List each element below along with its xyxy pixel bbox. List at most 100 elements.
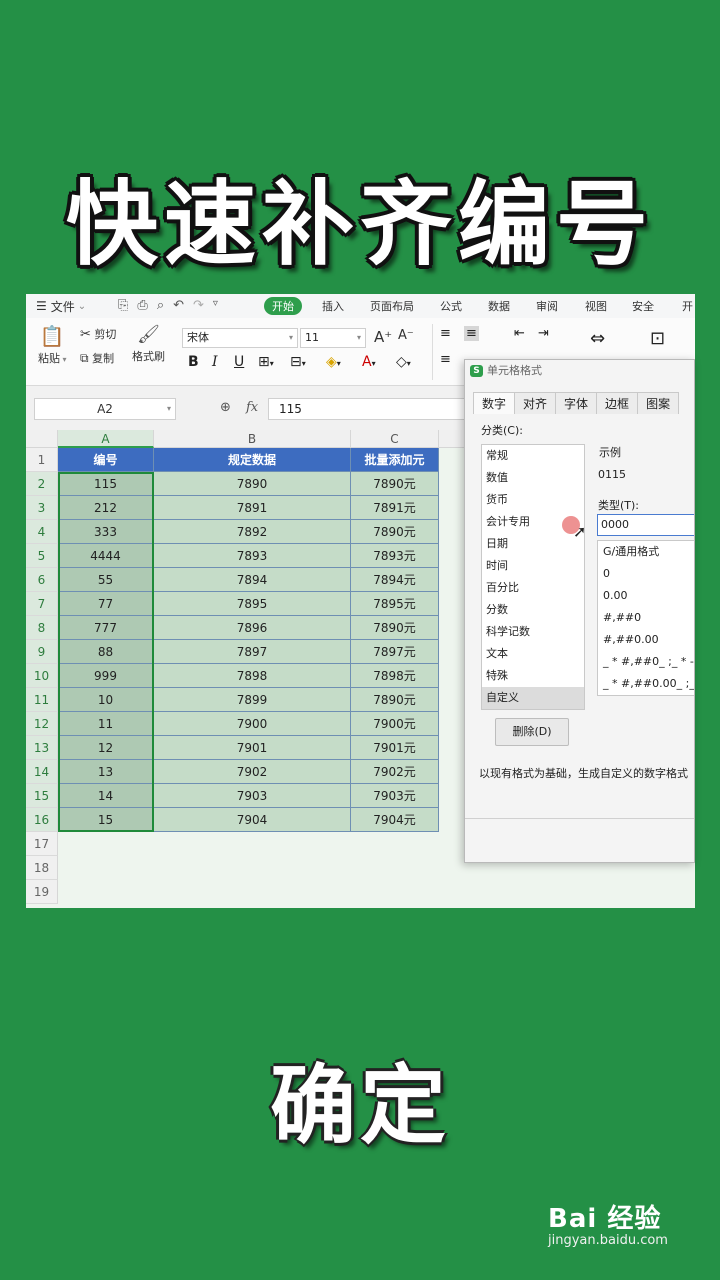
category-list[interactable]: 常规 数值 货币 会计专用 日期 时间 百分比 分数 科学记数 文本 特殊 自定… bbox=[481, 444, 585, 710]
cell-c[interactable]: 7894元 bbox=[351, 568, 439, 592]
cell-b[interactable]: 7897 bbox=[154, 640, 351, 664]
cell-b[interactable]: 7900 bbox=[154, 712, 351, 736]
select-all-corner[interactable] bbox=[26, 430, 58, 448]
increase-font-icon[interactable]: A⁺ bbox=[374, 328, 392, 346]
row-header[interactable]: 1 bbox=[26, 448, 58, 472]
format-list[interactable]: G/通用格式 0 0.00 #,##0 #,##0.00 _ * #,##0_ … bbox=[597, 540, 694, 696]
list-item[interactable]: 特殊 bbox=[482, 665, 584, 687]
cell-a[interactable]: 11 bbox=[58, 712, 154, 736]
border-icon[interactable]: ⊞▾ bbox=[258, 354, 274, 370]
clear-format-icon[interactable]: ◇▾ bbox=[396, 354, 411, 370]
cell-c[interactable]: 7903元 bbox=[351, 784, 439, 808]
cell-b[interactable]: 7902 bbox=[154, 760, 351, 784]
dialog-tab-number[interactable]: 数字 bbox=[473, 392, 516, 414]
list-item[interactable]: #,##0.00 bbox=[598, 629, 694, 651]
tab-insert[interactable]: 插入 bbox=[322, 298, 344, 314]
redo-icon[interactable]: ↷ bbox=[193, 298, 204, 313]
list-item[interactable]: #,##0 bbox=[598, 607, 694, 629]
cell-b[interactable]: 7904 bbox=[154, 808, 351, 832]
row-header[interactable]: 13 bbox=[26, 736, 58, 760]
dialog-title-bar[interactable]: S 单元格格式 bbox=[465, 360, 694, 382]
row-header[interactable]: 15 bbox=[26, 784, 58, 808]
undo-icon[interactable]: ↶ bbox=[173, 298, 184, 313]
zoom-icon[interactable]: ⊕ bbox=[220, 400, 231, 415]
tab-view[interactable]: 视图 bbox=[585, 298, 607, 314]
fx-icon[interactable]: fx bbox=[246, 400, 258, 415]
list-item[interactable]: G/通用格式 bbox=[598, 541, 694, 563]
row-header[interactable]: 19 bbox=[26, 880, 58, 904]
cell-c[interactable]: 7890元 bbox=[351, 520, 439, 544]
cell-b[interactable]: 7903 bbox=[154, 784, 351, 808]
list-item[interactable]: 日期 bbox=[482, 533, 584, 555]
cell-a[interactable]: 88 bbox=[58, 640, 154, 664]
cell-b[interactable]: 7895 bbox=[154, 592, 351, 616]
row-header[interactable]: 3 bbox=[26, 496, 58, 520]
file-menu[interactable]: ☰ 文件 ⌄ bbox=[36, 298, 86, 315]
header-cell-data[interactable]: 规定数据 bbox=[154, 448, 351, 472]
cell-a[interactable]: 777 bbox=[58, 616, 154, 640]
list-item[interactable]: 0.00 bbox=[598, 585, 694, 607]
cell-c[interactable]: 7890元 bbox=[351, 472, 439, 496]
type-input[interactable]: 0000 bbox=[597, 514, 694, 536]
row-header[interactable]: 7 bbox=[26, 592, 58, 616]
list-item[interactable]: 货币 bbox=[482, 489, 584, 511]
tab-review[interactable]: 审阅 bbox=[536, 298, 558, 314]
cell-c[interactable]: 7890元 bbox=[351, 688, 439, 712]
header-cell-yuan[interactable]: 批量添加元 bbox=[351, 448, 439, 472]
cell-a[interactable]: 15 bbox=[58, 808, 154, 832]
cell-c[interactable]: 7901元 bbox=[351, 736, 439, 760]
align-top-icon[interactable]: ≡ bbox=[440, 326, 451, 341]
cell-c[interactable]: 7895元 bbox=[351, 592, 439, 616]
row-header[interactable]: 9 bbox=[26, 640, 58, 664]
cell-b[interactable]: 7894 bbox=[154, 568, 351, 592]
font-size-select[interactable]: 11 ▾ bbox=[300, 328, 366, 348]
tab-home[interactable]: 开始 bbox=[264, 297, 302, 315]
column-header-a[interactable]: A bbox=[58, 430, 154, 448]
format-painter-button[interactable]: 🖌 格式刷 bbox=[132, 324, 165, 364]
row-header[interactable]: 17 bbox=[26, 832, 58, 856]
cell-a[interactable]: 999 bbox=[58, 664, 154, 688]
list-item[interactable]: 分数 bbox=[482, 599, 584, 621]
cell-a[interactable]: 212 bbox=[58, 496, 154, 520]
row-header[interactable]: 14 bbox=[26, 760, 58, 784]
list-item[interactable]: 科学记数 bbox=[482, 621, 584, 643]
cell-c[interactable]: 7898元 bbox=[351, 664, 439, 688]
print-icon[interactable]: ⎙ bbox=[137, 298, 147, 313]
cell-c[interactable]: 7890元 bbox=[351, 616, 439, 640]
cell-b[interactable]: 7891 bbox=[154, 496, 351, 520]
cell-a[interactable]: 333 bbox=[58, 520, 154, 544]
paste-button[interactable]: 📋 粘贴 ▾ bbox=[38, 324, 67, 366]
format-icon[interactable]: ⊡ bbox=[650, 328, 665, 349]
cell-c[interactable]: 7897元 bbox=[351, 640, 439, 664]
cell-a[interactable]: 115 bbox=[58, 472, 154, 496]
row-header[interactable]: 12 bbox=[26, 712, 58, 736]
row-header[interactable]: 5 bbox=[26, 544, 58, 568]
align-middle-icon[interactable]: ≡ bbox=[464, 326, 479, 341]
cell-a[interactable]: 13 bbox=[58, 760, 154, 784]
row-header[interactable]: 2 bbox=[26, 472, 58, 496]
decrease-font-icon[interactable]: A⁻ bbox=[398, 328, 414, 343]
cell-a[interactable]: 14 bbox=[58, 784, 154, 808]
copy-button[interactable]: ⧉ 复制 bbox=[80, 350, 114, 366]
cell-b[interactable]: 7899 bbox=[154, 688, 351, 712]
align-left-icon[interactable]: ≡ bbox=[440, 352, 451, 367]
tab-formulas[interactable]: 公式 bbox=[440, 298, 462, 314]
merge-cells-icon[interactable]: ⊟▾ bbox=[290, 354, 306, 370]
cell-a[interactable]: 12 bbox=[58, 736, 154, 760]
row-header[interactable]: 6 bbox=[26, 568, 58, 592]
cell-a[interactable]: 4444 bbox=[58, 544, 154, 568]
cell-a[interactable]: 55 bbox=[58, 568, 154, 592]
list-item-selected[interactable]: 自定义 bbox=[482, 687, 584, 709]
list-item[interactable]: 时间 bbox=[482, 555, 584, 577]
font-color-icon[interactable]: A▾ bbox=[362, 354, 376, 370]
bold-button[interactable]: B bbox=[188, 354, 199, 370]
italic-button[interactable]: I bbox=[212, 354, 218, 370]
list-item[interactable]: _ * #,##0.00_ ;_ * bbox=[598, 673, 694, 695]
cell-c[interactable]: 7891元 bbox=[351, 496, 439, 520]
list-item[interactable]: 文本 bbox=[482, 643, 584, 665]
cut-button[interactable]: ✂ 剪切 bbox=[80, 326, 116, 342]
name-box[interactable]: A2 ▾ bbox=[34, 398, 176, 420]
row-header[interactable]: 8 bbox=[26, 616, 58, 640]
cell-b[interactable]: 7901 bbox=[154, 736, 351, 760]
column-header-c[interactable]: C bbox=[351, 430, 439, 448]
